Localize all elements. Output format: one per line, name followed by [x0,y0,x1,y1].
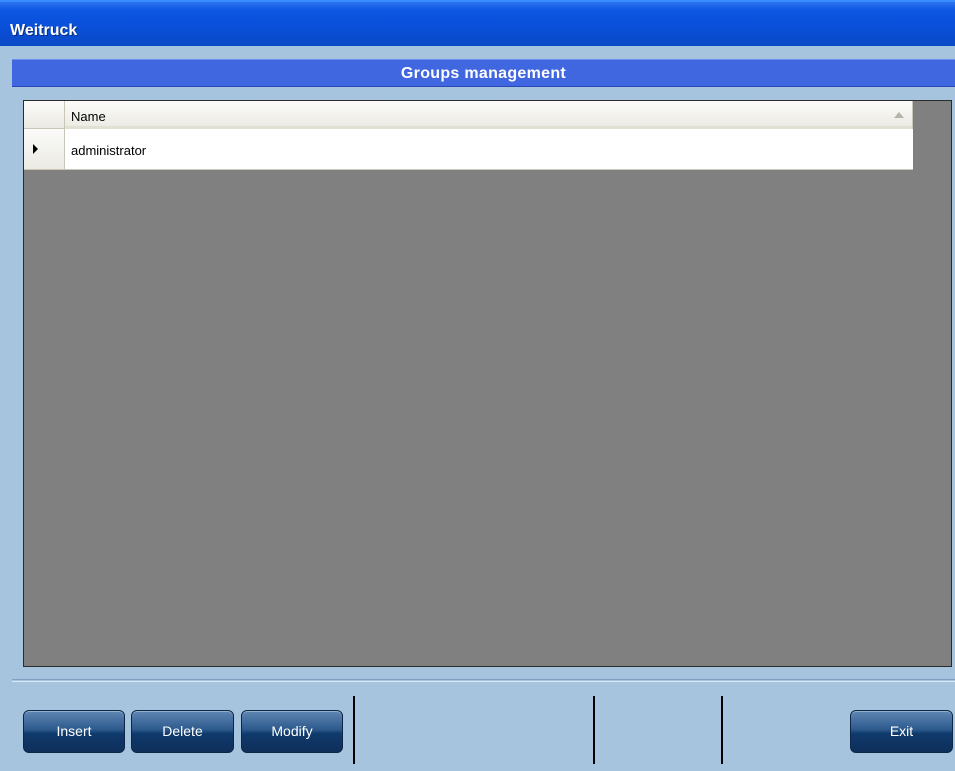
modify-button[interactable]: Modify [241,710,343,753]
column-header-name[interactable]: Name [65,101,913,129]
window-titlebar[interactable]: Weitruck [0,0,955,46]
current-row-arrow-icon [33,144,38,154]
toolbar-separator [721,696,723,764]
table-cell-name[interactable]: administrator [65,129,913,169]
toolbar-separator [593,696,595,764]
table-cell-name-text: administrator [71,143,147,158]
grid-header: Name [24,101,913,129]
page-title: Groups management [12,59,955,87]
sort-ascending-icon [894,112,904,118]
groups-grid[interactable]: Name administrator [23,100,952,667]
delete-button[interactable]: Delete [131,710,234,753]
window-title: Weitruck [10,22,78,39]
divider [12,679,955,682]
toolbar-separator [353,696,355,764]
table-row[interactable]: administrator [24,129,913,170]
insert-button[interactable]: Insert [23,710,125,753]
grid-header-indicator-cell [24,101,65,129]
exit-button[interactable]: Exit [850,710,953,753]
row-selector[interactable] [24,129,65,169]
column-header-name-label: Name [71,109,106,124]
